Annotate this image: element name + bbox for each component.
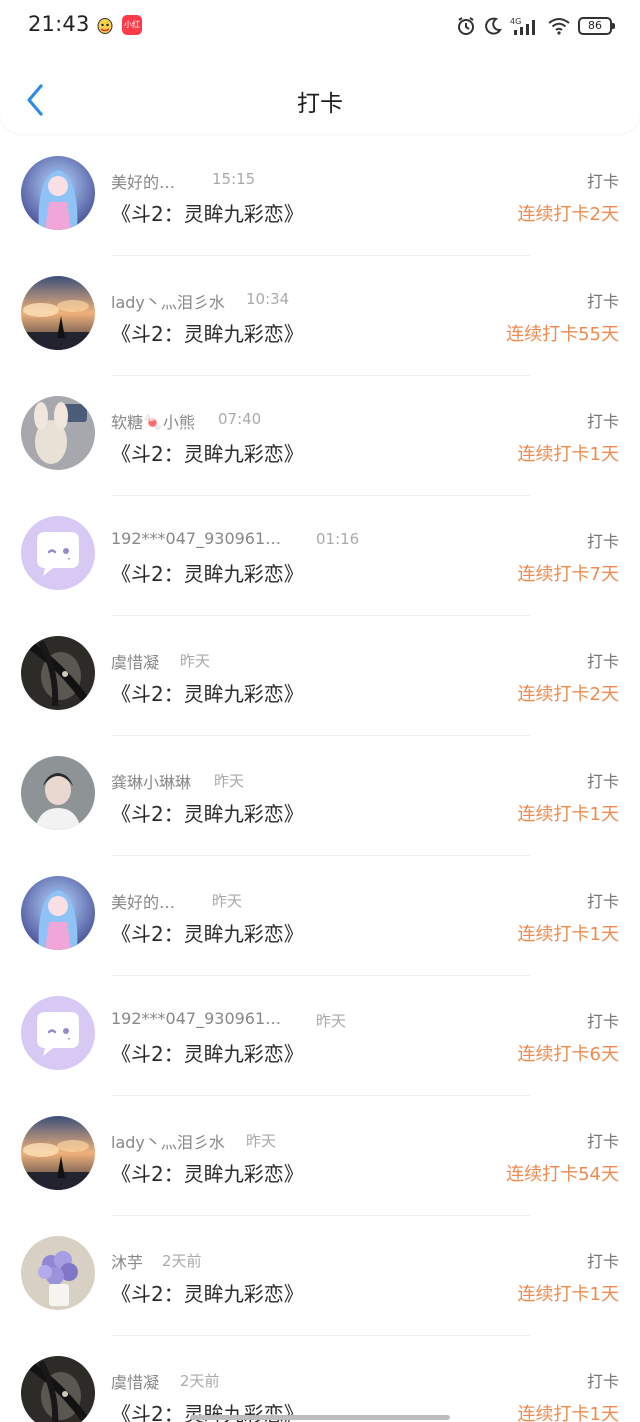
checkin-row[interactable]: lady丶灬泪彡水 昨天《斗2：灵眸九彩恋》 打卡连续打卡54天	[0, 1096, 640, 1216]
user-name[interactable]: 龚琳小琳琳	[111, 769, 191, 793]
checkin-time: 昨天	[316, 1012, 347, 1030]
checkin-label: 打卡	[586, 652, 619, 671]
checkin-row[interactable]: 美好的… 15:15 《斗2：灵眸九彩恋》 打卡连续打卡2天	[0, 136, 640, 256]
checkin-time: 10:34	[246, 290, 290, 308]
checkin-label: 打卡	[586, 172, 619, 191]
top-bar: 21:43 小红书 4G 86 打卡	[0, 0, 640, 134]
checkin-time: 昨天	[180, 652, 211, 670]
streak-count: 连续打卡2天	[517, 204, 619, 225]
checkin-row[interactable]: 龚琳小琳琳 昨天《斗2：灵眸九彩恋》 打卡连续打卡1天	[0, 736, 640, 856]
checkin-label: 打卡	[586, 1372, 619, 1391]
checkin-row[interactable]: lady丶灬泪彡水 10:34 《斗2：灵眸九彩恋》 打卡连续打卡55天	[0, 256, 640, 376]
book-title[interactable]: 《斗2：灵眸九彩恋》	[111, 198, 304, 227]
checkin-label: 打卡	[586, 1132, 619, 1151]
book-title[interactable]: 《斗2：灵眸九彩恋》	[111, 438, 304, 467]
checkin-row[interactable]: 虞惜凝 2天前 《斗2：灵眸九彩恋》 打卡 连续打卡1天	[0, 1336, 640, 1422]
streak-count: 连续打卡1天	[517, 1404, 619, 1422]
checkin-row[interactable]: 沐芋 2天前《斗2：灵眸九彩恋》 打卡连续打卡1天	[0, 1216, 640, 1336]
alarm-icon	[456, 16, 476, 36]
book-title[interactable]: 《斗2：灵眸九彩恋》	[111, 798, 304, 827]
dark-hair-avatar[interactable]	[21, 1356, 95, 1422]
anime-girl-avatar[interactable]	[21, 156, 95, 230]
moon-icon	[484, 17, 502, 35]
app-screen: 21:43 小红书 4G 86 打卡 美好的… 15:15 《斗2：灵眸九彩恋》…	[0, 0, 640, 1422]
streak-count: 连续打卡54天	[506, 1164, 619, 1185]
streak-count: 连续打卡6天	[517, 1044, 619, 1065]
user-name[interactable]: 美好的…	[111, 169, 175, 193]
user-name[interactable]: lady丶灬泪彡水	[111, 1129, 225, 1153]
streak-count: 连续打卡1天	[517, 924, 619, 945]
streak-count: 连续打卡2天	[517, 684, 619, 705]
dark-hair-avatar[interactable]	[21, 636, 95, 710]
user-name[interactable]: 192***047_930961…	[111, 529, 281, 548]
checkin-list: 美好的… 15:15 《斗2：灵眸九彩恋》 打卡 连续打卡2天 lady丶灬泪彡水 10:…	[0, 136, 640, 1422]
qq-face-icon	[96, 17, 114, 35]
book-title[interactable]: 《斗2：灵眸九彩恋》	[111, 1038, 304, 1067]
checkin-time: 2天前	[180, 1372, 220, 1390]
checkin-time: 昨天	[214, 772, 245, 790]
checkin-time: 15:15	[212, 170, 256, 188]
book-title[interactable]: 《斗2：灵眸九彩恋》	[111, 1278, 304, 1307]
book-title[interactable]: 《斗2：灵眸九彩恋》	[111, 1158, 304, 1187]
user-name[interactable]: 软糖🍬小熊	[111, 409, 195, 433]
user-name[interactable]: 沐芋	[111, 1249, 143, 1273]
home-indicator[interactable]	[190, 1415, 450, 1420]
checkin-row[interactable]: 美好的… 昨天《斗2：灵眸九彩恋》 打卡连续打卡1天	[0, 856, 640, 976]
svg-text:4G: 4G	[510, 17, 521, 26]
streak-count: 连续打卡7天	[517, 564, 619, 585]
page-title: 打卡	[297, 91, 343, 117]
checkin-label: 打卡	[586, 412, 619, 431]
status-time: 21:43	[28, 12, 90, 36]
book-title[interactable]: 《斗2：灵眸九彩恋》	[111, 918, 304, 947]
4g-signal-icon: 4G	[510, 16, 540, 36]
book-title[interactable]: 《斗2：灵眸九彩恋》	[111, 678, 304, 707]
sunset-clouds-avatar[interactable]	[21, 1116, 95, 1190]
user-name[interactable]: 虞惜凝	[111, 1369, 159, 1393]
wifi-icon	[548, 17, 570, 35]
anime-girl-avatar[interactable]	[21, 876, 95, 950]
checkin-time: 昨天	[212, 892, 243, 910]
status-bar: 21:43 小红书 4G 86	[0, 0, 640, 52]
checkin-label: 打卡	[586, 892, 619, 911]
user-name[interactable]: 美好的…	[111, 889, 175, 913]
battery-icon: 86	[578, 17, 615, 35]
streak-count: 连续打卡1天	[517, 444, 619, 465]
user-name[interactable]: 虞惜凝	[111, 649, 159, 673]
checkin-label: 打卡	[586, 1012, 619, 1031]
default-chat-avatar[interactable]	[21, 516, 95, 590]
streak-count: 连续打卡1天	[517, 1284, 619, 1305]
portrait-avatar[interactable]	[21, 756, 95, 830]
checkin-time: 07:40	[218, 410, 262, 428]
checkin-time: 昨天	[246, 1132, 277, 1150]
checkin-time: 01:16	[316, 530, 360, 548]
streak-count: 连续打卡55天	[506, 324, 619, 345]
status-icons: 4G 86	[456, 14, 615, 38]
checkin-label: 打卡	[586, 1252, 619, 1271]
default-chat-avatar[interactable]	[21, 996, 95, 1070]
checkin-time: 2天前	[162, 1252, 202, 1270]
checkin-label: 打卡	[586, 532, 619, 551]
xiaohongshu-app-icon: 小红书	[122, 15, 142, 49]
checkin-row[interactable]: 192***047_930961… 01:16 《斗2：灵眸九彩恋》 打卡连续打卡7天	[0, 496, 640, 616]
nav-header: 打卡	[0, 64, 640, 134]
hydrangea-avatar[interactable]	[21, 1236, 95, 1310]
plush-toy-avatar[interactable]	[21, 396, 95, 470]
checkin-label: 打卡	[586, 292, 619, 311]
checkin-row[interactable]: 软糖🍬小熊 07:40 《斗2：灵眸九彩恋》 打卡连续打卡1天	[0, 376, 640, 496]
book-title[interactable]: 《斗2：灵眸九彩恋》	[111, 318, 304, 347]
user-name[interactable]: 192***047_930961…	[111, 1009, 281, 1028]
checkin-row[interactable]: 虞惜凝 昨天《斗2：灵眸九彩恋》 打卡连续打卡2天	[0, 616, 640, 736]
sunset-clouds-avatar[interactable]	[21, 276, 95, 350]
user-name[interactable]: lady丶灬泪彡水	[111, 289, 225, 313]
checkin-row[interactable]: 192***047_930961… 昨天 《斗2：灵眸九彩恋》 打卡连续打卡6天	[0, 976, 640, 1096]
streak-count: 连续打卡1天	[517, 804, 619, 825]
book-title[interactable]: 《斗2：灵眸九彩恋》	[111, 558, 304, 587]
checkin-label: 打卡	[586, 772, 619, 791]
